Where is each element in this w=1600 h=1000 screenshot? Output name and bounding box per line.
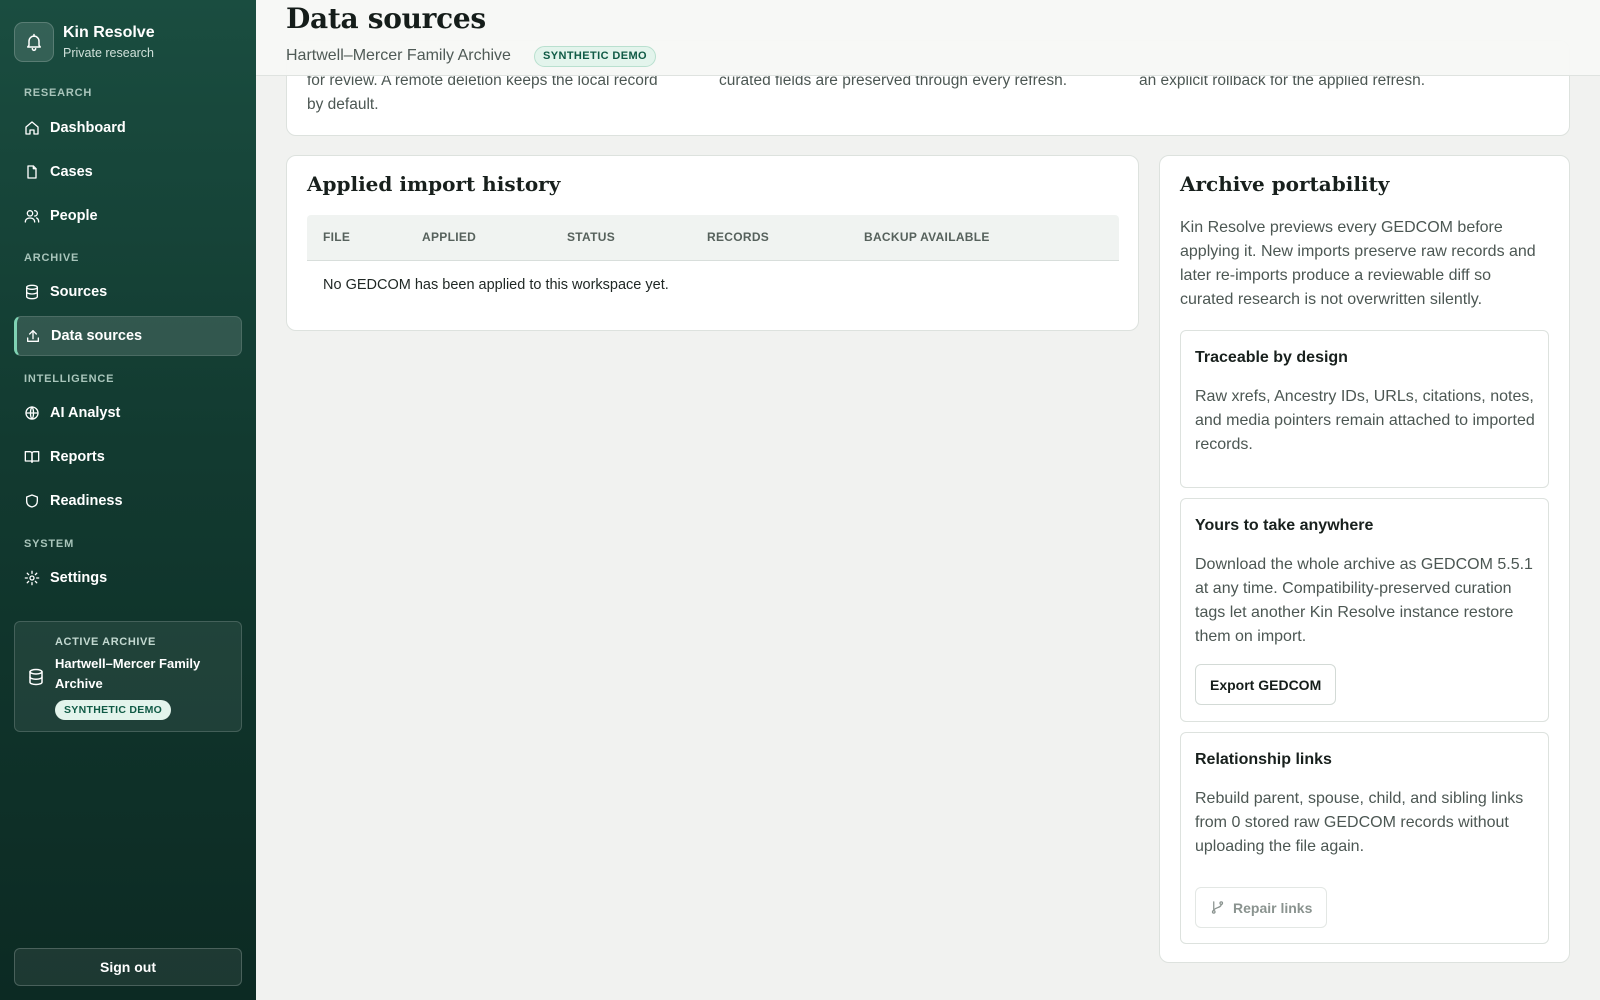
sign-out-button[interactable]: Sign out — [14, 948, 242, 986]
sidebar: Kin Resolve Private research RESEARCH Da… — [0, 0, 256, 1000]
sidebar-item-data-sources[interactable]: Data sources — [14, 316, 242, 356]
column-header-applied: APPLIED — [422, 230, 477, 244]
archive-portability-title: Archive portability — [1180, 172, 1390, 196]
users-icon — [24, 208, 40, 224]
column-header-backup-available: BACKUP AVAILABLE — [864, 230, 990, 244]
feature-body: Raw xrefs, Ancestry IDs, URLs, citations… — [1195, 388, 1535, 453]
sidebar-item-label: Sources — [50, 284, 108, 300]
sidebar-item-reports[interactable]: Reports — [14, 437, 242, 477]
import-note-1: for review. A remote deletion keeps the … — [307, 69, 707, 117]
feature-title: Yours to take anywhere — [1195, 517, 1374, 534]
sidebar-item-label: People — [50, 208, 98, 224]
gear-icon — [24, 570, 40, 586]
active-archive-label: ACTIVE ARCHIVE — [55, 636, 156, 648]
repair-links-label: Repair links — [1233, 899, 1313, 916]
upload-icon — [25, 328, 41, 344]
sidebar-item-dashboard[interactable]: Dashboard — [14, 108, 242, 148]
export-gedcom-button[interactable]: Export GEDCOM — [1195, 664, 1337, 705]
feature-body: Rebuild parent, spouse, child, and sibli… — [1195, 790, 1524, 855]
database-icon — [24, 284, 40, 300]
sidebar-item-label: Settings — [50, 570, 108, 586]
brand-name: Kin Resolve — [63, 23, 155, 41]
book-icon — [24, 449, 40, 465]
sidebar-item-label: Data sources — [51, 328, 143, 344]
nav-section-system: SYSTEM — [24, 538, 75, 550]
nav-section-archive: ARCHIVE — [24, 252, 80, 264]
brand[interactable]: Kin Resolve Private research — [14, 22, 155, 62]
brand-subtitle: Private research — [63, 45, 155, 60]
import-history-empty-message: No GEDCOM has been applied to this works… — [323, 277, 669, 293]
archive-portability-card: Archive portability Kin Resolve previews… — [1159, 155, 1570, 963]
sidebar-item-cases[interactable]: Cases — [14, 152, 242, 192]
bell-icon — [14, 22, 54, 62]
globe-icon — [24, 405, 40, 421]
database-icon — [27, 668, 45, 686]
sidebar-item-settings[interactable]: Settings — [14, 558, 242, 598]
feature-yours-to-take-anywhere: Yours to take anywhere Download the whol… — [1180, 498, 1549, 722]
feature-title: Traceable by design — [1195, 349, 1348, 366]
sidebar-item-ai-analyst[interactable]: AI Analyst — [14, 393, 242, 433]
import-history-card: Applied import history FILE APPLIED STAT… — [286, 155, 1139, 331]
feature-body: Download the whole archive as GEDCOM 5.5… — [1195, 556, 1533, 645]
active-archive-card[interactable]: ACTIVE ARCHIVE Hartwell–Mercer Family Ar… — [14, 621, 242, 732]
main-content: for review. A remote deletion keeps the … — [256, 0, 1600, 1000]
nav-section-intelligence: INTELLIGENCE — [24, 373, 115, 385]
sidebar-item-readiness[interactable]: Readiness — [14, 481, 242, 521]
sidebar-item-label: Readiness — [50, 493, 123, 509]
sidebar-item-label: Dashboard — [50, 120, 126, 136]
import-history-title: Applied import history — [307, 172, 561, 196]
page-title: Data sources — [286, 2, 486, 35]
git-branch-icon — [1210, 900, 1225, 915]
shield-icon — [24, 493, 40, 509]
sidebar-item-people[interactable]: People — [14, 196, 242, 236]
repair-links-button[interactable]: Repair links — [1195, 887, 1328, 928]
feature-relationship-links: Relationship links Rebuild parent, spous… — [1180, 732, 1549, 944]
home-icon — [24, 120, 40, 136]
feature-title: Relationship links — [1195, 751, 1332, 768]
column-header-records: RECORDS — [707, 230, 770, 244]
sidebar-item-label: Cases — [50, 164, 93, 180]
archive-portability-intro: Kin Resolve previews every GEDCOM before… — [1180, 219, 1536, 308]
synthetic-demo-badge: SYNTHETIC DEMO — [534, 46, 656, 67]
sidebar-item-label: AI Analyst — [50, 405, 121, 421]
import-history-table-header: FILE APPLIED STATUS RECORDS BACKUP AVAIL… — [307, 215, 1119, 261]
synthetic-demo-badge: SYNTHETIC DEMO — [55, 700, 172, 720]
feature-traceable-by-design: Traceable by design Raw xrefs, Ancestry … — [1180, 330, 1549, 488]
nav-section-research: RESEARCH — [24, 87, 93, 99]
page-header: Data sources Hartwell–Mercer Family Arch… — [256, 0, 1600, 76]
file-icon — [24, 164, 40, 180]
page-subtitle: Hartwell–Mercer Family Archive — [286, 47, 511, 64]
column-header-file: FILE — [323, 230, 351, 244]
import-note-1-line2: by default. — [307, 96, 379, 113]
active-archive-name: Hartwell–Mercer Family Archive — [55, 656, 201, 691]
column-header-status: STATUS — [567, 230, 616, 244]
sidebar-item-sources[interactable]: Sources — [14, 272, 242, 312]
sidebar-item-label: Reports — [50, 449, 105, 465]
